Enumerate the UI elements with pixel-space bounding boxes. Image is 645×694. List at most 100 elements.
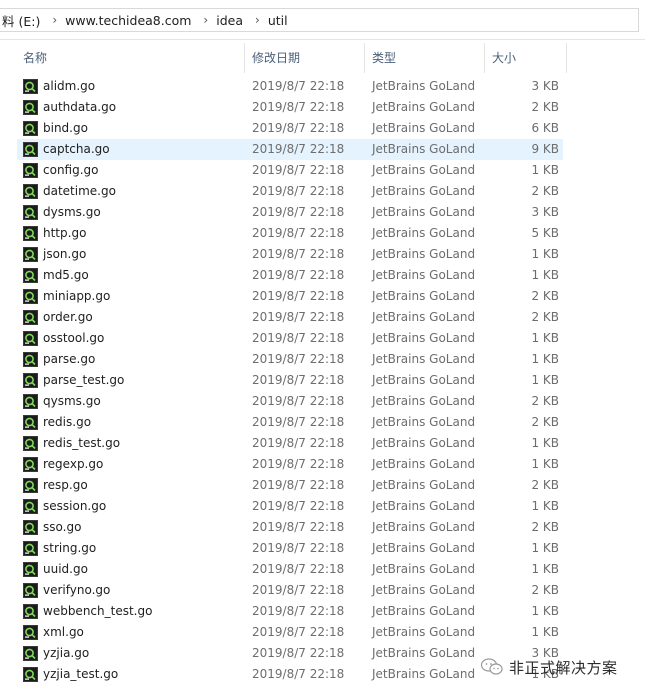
goland-file-icon [23, 646, 38, 661]
file-name: redis.go [43, 415, 92, 429]
file-row[interactable]: uuid.go 2019/8/7 22:18 JetBrains GoLand 1 K… [17, 559, 563, 580]
file-type: JetBrains GoLand [372, 247, 476, 261]
file-size: 2 KB [531, 289, 559, 303]
goland-file-icon [23, 667, 38, 682]
file-type: JetBrains GoLand [372, 331, 476, 345]
file-size: 1 KB [531, 247, 559, 261]
file-date: 2019/8/7 22:18 [252, 625, 345, 639]
file-name: session.go [43, 499, 107, 513]
file-date: 2019/8/7 22:18 [252, 457, 345, 471]
file-name: parse_test.go [43, 373, 125, 387]
file-size: 1 KB [531, 268, 559, 282]
file-size: 1 KB [531, 352, 559, 366]
breadcrumb-idea-folder[interactable]: idea [214, 13, 249, 28]
column-divider[interactable] [484, 43, 485, 73]
file-row[interactable]: sso.go 2019/8/7 22:18 JetBrains GoLand 2 KB [17, 517, 563, 538]
file-size: 3 KB [531, 79, 559, 93]
goland-file-icon [23, 541, 38, 556]
file-size: 1 KB [531, 499, 559, 513]
column-divider[interactable] [566, 43, 567, 73]
file-date: 2019/8/7 22:18 [252, 205, 345, 219]
file-type: JetBrains GoLand [372, 226, 476, 240]
goland-file-icon [23, 604, 38, 619]
file-date: 2019/8/7 22:18 [252, 499, 345, 513]
file-row[interactable]: config.go 2019/8/7 22:18 JetBrains GoLand 1… [17, 160, 563, 181]
file-size: 1 KB [531, 436, 559, 450]
goland-file-icon [23, 310, 38, 325]
wechat-icon [481, 658, 503, 675]
file-row[interactable]: xml.go 2019/8/7 22:18 JetBrains GoLand 1 KB [17, 622, 563, 643]
file-name: sso.go [43, 520, 82, 534]
file-row[interactable]: redis_test.go 2019/8/7 22:18 JetBrains GoL… [17, 433, 563, 454]
file-row[interactable]: parse.go 2019/8/7 22:18 JetBrains GoLand 1 … [17, 349, 563, 370]
file-name: datetime.go [43, 184, 116, 198]
file-row[interactable]: verifyno.go 2019/8/7 22:18 JetBrains GoLan… [17, 580, 563, 601]
file-size: 2 KB [531, 583, 559, 597]
column-divider[interactable] [364, 43, 365, 73]
goland-file-icon [23, 121, 38, 136]
file-row[interactable]: alidm.go 2019/8/7 22:18 JetBrains GoLand 3 … [17, 76, 563, 97]
file-name: verifyno.go [43, 583, 111, 597]
breadcrumb-chevron-icon: › [52, 13, 58, 27]
breadcrumb-util-folder[interactable]: util [266, 13, 294, 28]
file-row[interactable]: webbench_test.go 2019/8/7 22:18 JetBrains … [17, 601, 563, 622]
file-date: 2019/8/7 22:18 [252, 121, 345, 135]
breadcrumb[interactable]: 料 (E:) › www.techidea8.com › idea › util [0, 8, 639, 32]
file-row[interactable]: bind.go 2019/8/7 22:18 JetBrains GoLand 6 K… [17, 118, 563, 139]
file-date: 2019/8/7 22:18 [252, 352, 345, 366]
breadcrumb-site-folder[interactable]: www.techidea8.com [63, 13, 197, 28]
file-type: JetBrains GoLand [372, 646, 476, 660]
breadcrumb-chevron-icon: › [203, 13, 209, 27]
file-row[interactable]: string.go 2019/8/7 22:18 JetBrains GoLand 1… [17, 538, 563, 559]
file-row[interactable]: parse_test.go 2019/8/7 22:18 JetBrains GoL… [17, 370, 563, 391]
file-type: JetBrains GoLand [372, 562, 476, 576]
file-row[interactable]: dysms.go 2019/8/7 22:18 JetBrains GoLand 3 … [17, 202, 563, 223]
file-row[interactable]: redis.go 2019/8/7 22:18 JetBrains GoLand 2 … [17, 412, 563, 433]
goland-file-icon [23, 520, 38, 535]
file-type: JetBrains GoLand [372, 163, 476, 177]
goland-file-icon [23, 352, 38, 367]
file-type: JetBrains GoLand [372, 310, 476, 324]
file-row[interactable]: session.go 2019/8/7 22:18 JetBrains GoLand… [17, 496, 563, 517]
file-row[interactable]: json.go 2019/8/7 22:18 JetBrains GoLand 1 K… [17, 244, 563, 265]
file-type: JetBrains GoLand [372, 373, 476, 387]
file-name: yzjia_test.go [43, 667, 119, 681]
file-date: 2019/8/7 22:18 [252, 289, 345, 303]
file-name: osstool.go [43, 331, 105, 345]
file-row[interactable]: resp.go 2019/8/7 22:18 JetBrains GoLand 2 K… [17, 475, 563, 496]
file-row[interactable]: md5.go 2019/8/7 22:18 JetBrains GoLand 1 KB [17, 265, 563, 286]
file-row[interactable]: http.go 2019/8/7 22:18 JetBrains GoLand 5 K… [17, 223, 563, 244]
file-type: JetBrains GoLand [372, 184, 476, 198]
column-header-type[interactable]: 类型 [372, 43, 396, 73]
file-name: json.go [43, 247, 87, 261]
file-type: JetBrains GoLand [372, 625, 476, 639]
file-name: md5.go [43, 268, 89, 282]
column-header-size[interactable]: 大小 [492, 43, 516, 73]
file-row[interactable]: captcha.go 2019/8/7 22:18 JetBrains GoLand… [17, 139, 563, 160]
file-date: 2019/8/7 22:18 [252, 562, 345, 576]
file-row[interactable]: datetime.go 2019/8/7 22:18 JetBrains GoLan… [17, 181, 563, 202]
file-date: 2019/8/7 22:18 [252, 247, 345, 261]
column-header-name[interactable]: 名称 [23, 43, 47, 73]
file-row[interactable]: regexp.go 2019/8/7 22:18 JetBrains GoLand 1… [17, 454, 563, 475]
breadcrumb-drive[interactable]: 料 (E:) [0, 11, 46, 30]
file-row[interactable]: qysms.go 2019/8/7 22:18 JetBrains GoLand 2 … [17, 391, 563, 412]
file-type: JetBrains GoLand [372, 100, 476, 114]
goland-file-icon [23, 457, 38, 472]
file-date: 2019/8/7 22:18 [252, 541, 345, 555]
file-date: 2019/8/7 22:18 [252, 667, 345, 681]
file-size: 1 KB [531, 604, 559, 618]
goland-file-icon [23, 79, 38, 94]
file-row[interactable]: miniapp.go 2019/8/7 22:18 JetBrains GoLand… [17, 286, 563, 307]
file-row[interactable]: osstool.go 2019/8/7 22:18 JetBrains GoLand… [17, 328, 563, 349]
file-date: 2019/8/7 22:18 [252, 142, 345, 156]
file-row[interactable]: authdata.go 2019/8/7 22:18 JetBrains GoLan… [17, 97, 563, 118]
file-row[interactable]: order.go 2019/8/7 22:18 JetBrains GoLand 2 … [17, 307, 563, 328]
goland-file-icon [23, 478, 38, 493]
column-header-date[interactable]: 修改日期 [252, 43, 300, 73]
file-date: 2019/8/7 22:18 [252, 583, 345, 597]
file-size: 2 KB [531, 478, 559, 492]
file-date: 2019/8/7 22:18 [252, 100, 345, 114]
column-divider[interactable] [244, 43, 245, 73]
file-name: http.go [43, 226, 87, 240]
